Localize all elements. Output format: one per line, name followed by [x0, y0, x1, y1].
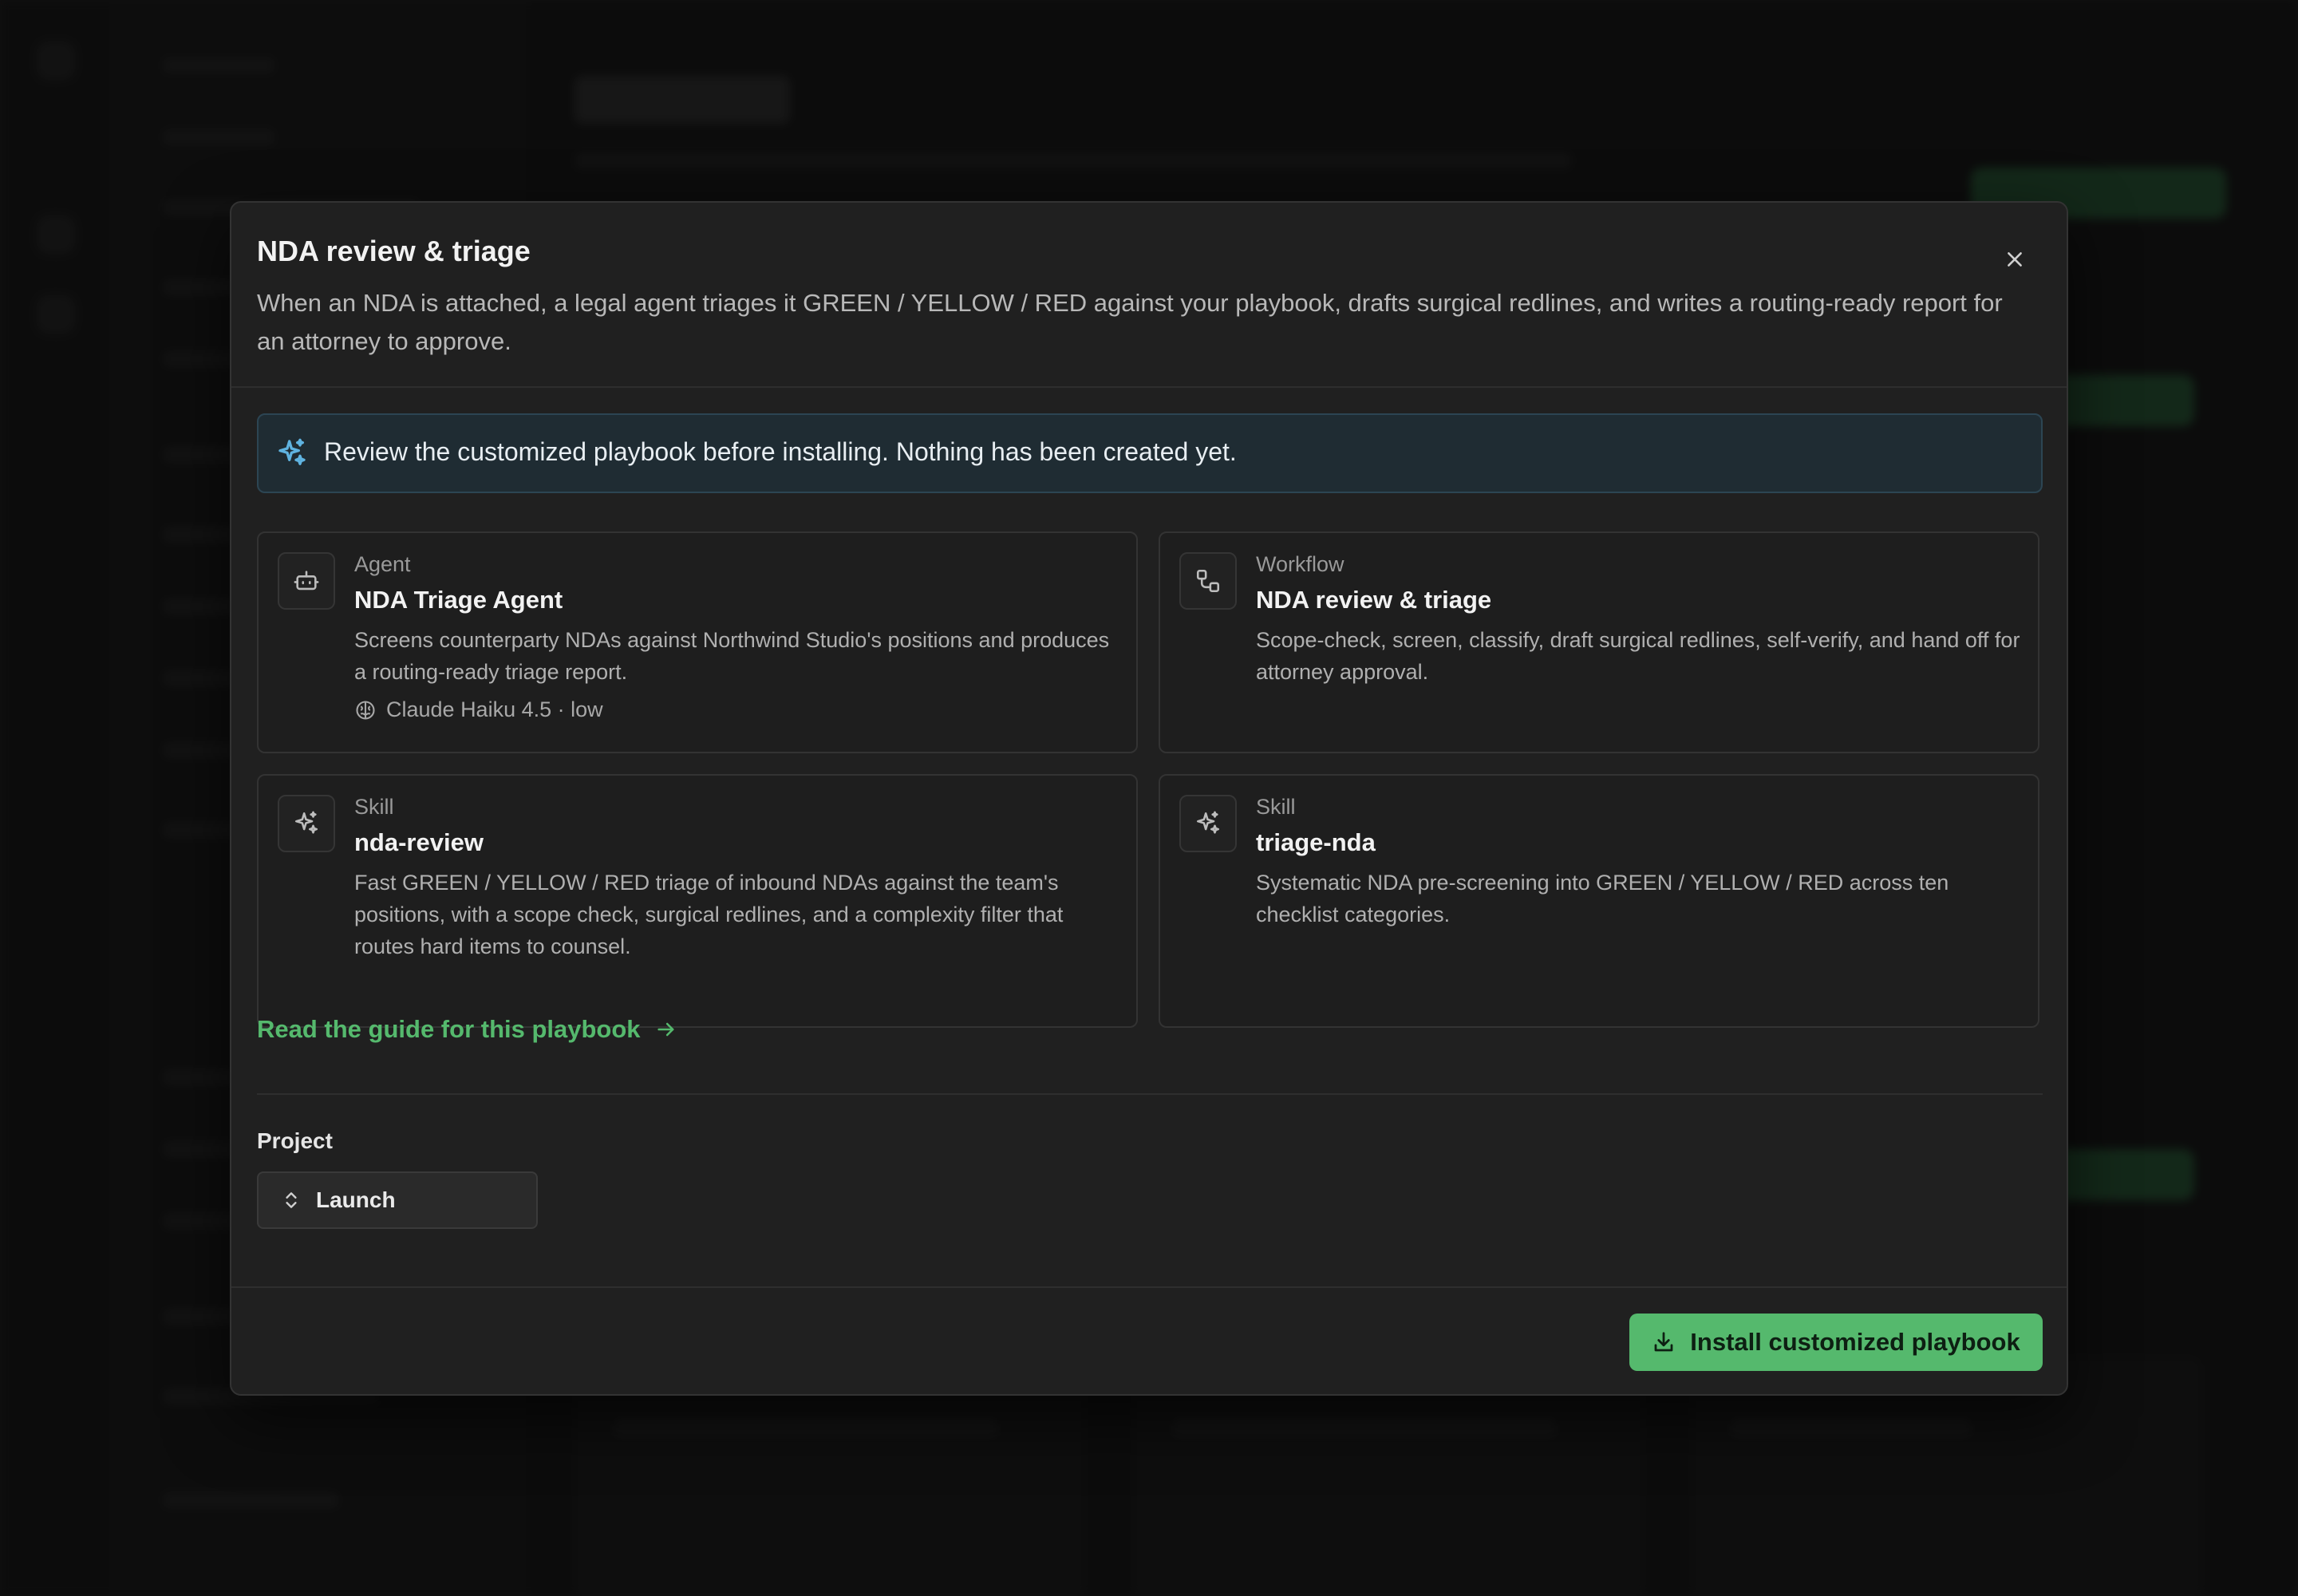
- card-name: NDA Triage Agent: [354, 586, 563, 614]
- install-button-label: Install customized playbook: [1690, 1328, 2020, 1356]
- card-icon-box: [278, 552, 335, 610]
- chevron-up-down-icon: [286, 1192, 297, 1208]
- card-icon-box: [1179, 795, 1237, 852]
- card-description: Screens counterparty NDAs against Northw…: [354, 628, 1110, 684]
- guide-link-label: Read the guide for this playbook: [257, 1015, 641, 1043]
- skill-card-triage-nda[interactable]: Skill triage-nda Systematic NDA pre-scre…: [1159, 774, 2039, 1028]
- sparkles-icon: [278, 438, 306, 465]
- card-kind: Workflow: [1256, 552, 1344, 576]
- card-kind: Skill: [354, 795, 394, 819]
- agent-model-meta: Claude Haiku 4.5 · low: [354, 697, 603, 722]
- agent-card[interactable]: Agent NDA Triage Agent Screens counterpa…: [257, 531, 1138, 753]
- review-notice: Review the customized playbook before in…: [257, 413, 2043, 493]
- sparkles-icon: [1196, 811, 1220, 834]
- dialog-title: NDA review & triage: [257, 235, 531, 267]
- install-playbook-button[interactable]: Install customized playbook: [1629, 1314, 2043, 1371]
- footer-divider: [231, 1286, 2067, 1288]
- project-label: Project: [257, 1128, 333, 1153]
- card-description: Fast GREEN / YELLOW / RED triage of inbo…: [354, 871, 1064, 958]
- arrow-right-icon: [657, 1022, 673, 1037]
- brain-icon: [356, 700, 375, 720]
- dialog-description: When an NDA is attached, a legal agent t…: [257, 289, 2003, 355]
- read-guide-link[interactable]: Read the guide for this playbook: [257, 1015, 677, 1044]
- card-name: nda-review: [354, 828, 484, 856]
- card-kind: Agent: [354, 552, 411, 576]
- card-name: NDA review & triage: [1256, 586, 1492, 614]
- project-select-value: Launch: [316, 1187, 396, 1212]
- card-kind: Skill: [1256, 795, 1296, 819]
- close-icon: [2008, 252, 2022, 267]
- playbook-install-dialog: NDA review & triage When an NDA is attac…: [230, 201, 2068, 1396]
- skill-card-nda-review[interactable]: Skill nda-review Fast GREEN / YELLOW / R…: [257, 774, 1138, 1028]
- section-divider: [257, 1093, 2043, 1095]
- card-description: Scope-check, screen, classify, draft sur…: [1256, 628, 2020, 684]
- card-icon-box: [1179, 552, 1237, 610]
- close-button[interactable]: [1995, 239, 2035, 279]
- dialog-header: NDA review & triage When an NDA is attac…: [231, 203, 2067, 388]
- notice-text: Review the customized playbook before in…: [324, 437, 1237, 466]
- project-select[interactable]: Launch: [257, 1171, 538, 1229]
- robot-icon: [294, 571, 319, 591]
- sparkles-icon: [294, 811, 318, 834]
- card-name: triage-nda: [1256, 828, 1376, 856]
- model-label: Claude Haiku 4.5 · low: [386, 697, 603, 721]
- card-icon-box: [278, 795, 335, 852]
- workflow-icon: [1196, 569, 1220, 593]
- workflow-card[interactable]: Workflow NDA review & triage Scope-check…: [1159, 531, 2039, 753]
- card-description: Systematic NDA pre-screening into GREEN …: [1256, 871, 1949, 926]
- download-icon: [1654, 1332, 1673, 1352]
